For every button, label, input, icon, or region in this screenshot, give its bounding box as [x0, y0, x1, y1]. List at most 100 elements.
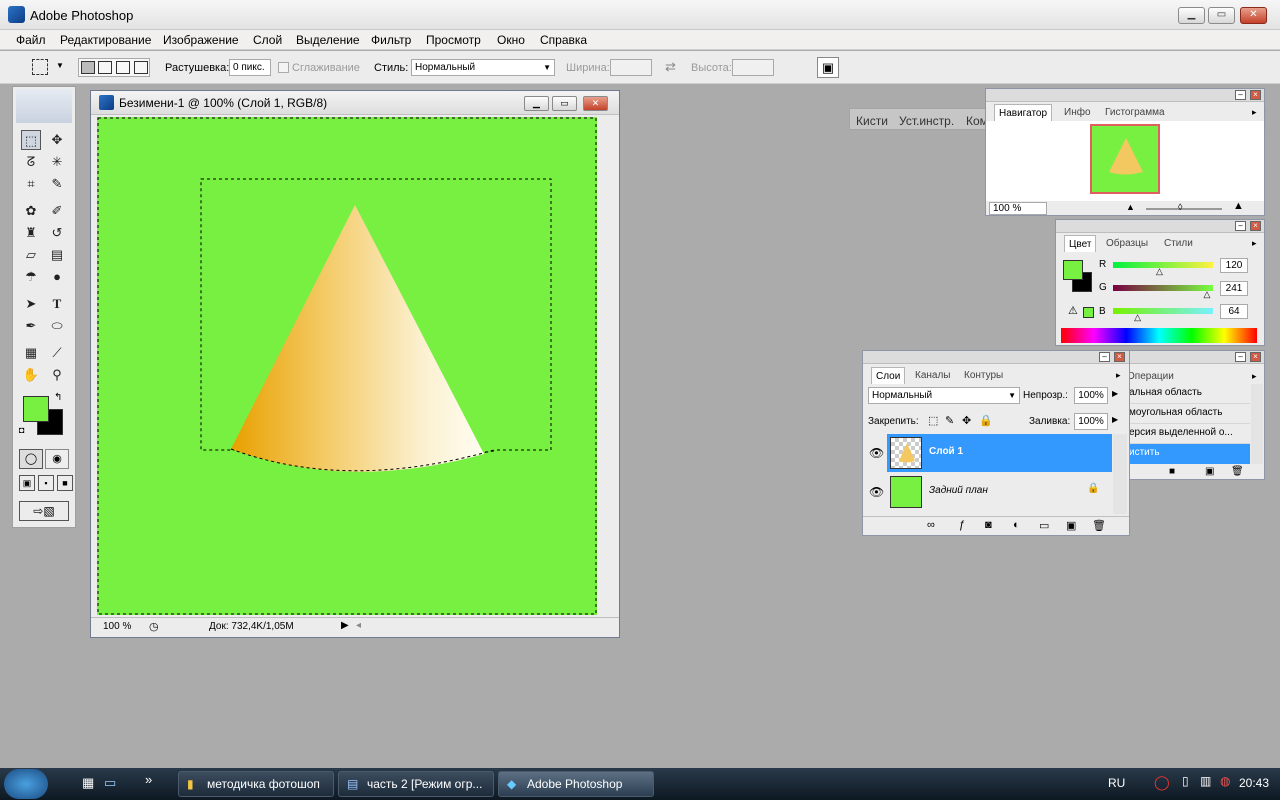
- language-indicator[interactable]: RU: [1108, 776, 1125, 790]
- tray-device-icon[interactable]: ▯: [1182, 774, 1189, 788]
- switch-windows-icon[interactable]: ▭: [104, 775, 116, 791]
- full-screen-mode-icon[interactable]: ■: [57, 475, 73, 491]
- color-menu-icon[interactable]: ▸: [1252, 238, 1257, 249]
- history-brush-tool-icon[interactable]: ↺: [47, 223, 67, 243]
- magic-wand-tool-icon[interactable]: ✳: [47, 152, 67, 172]
- slice-tool-icon[interactable]: ✎: [47, 174, 67, 194]
- menu-file[interactable]: Файл: [16, 33, 46, 47]
- hscroll-left-arrow-icon[interactable]: ◂: [356, 620, 361, 631]
- fill-input[interactable]: 100%: [1074, 413, 1108, 430]
- tab-histogram[interactable]: Гистограмма: [1101, 104, 1169, 121]
- ellipse-tool-icon[interactable]: ⬭: [47, 316, 67, 336]
- doc-minimize-button[interactable]: ▁: [524, 96, 549, 111]
- opera-tray-icon[interactable]: ◯: [1154, 774, 1170, 791]
- pen-tool-icon[interactable]: ✒: [21, 316, 41, 336]
- status-clock-icon[interactable]: ◷: [149, 620, 159, 633]
- b-slider[interactable]: [1113, 308, 1213, 314]
- menu-view[interactable]: Просмотр: [426, 33, 481, 47]
- well-tab-tool-presets[interactable]: Уст.инстр.: [899, 114, 954, 128]
- dodge-tool-icon[interactable]: ●: [47, 267, 67, 287]
- antialias-checkbox[interactable]: [278, 62, 289, 73]
- color-spectrum-bar[interactable]: [1061, 328, 1257, 343]
- taskbar-button-photoshop[interactable]: ◆ Adobe Photoshop: [498, 771, 654, 797]
- notes-tool-icon[interactable]: ▦: [21, 343, 41, 363]
- opacity-input[interactable]: 100%: [1074, 387, 1108, 404]
- doc-maximize-button[interactable]: ▭: [552, 96, 577, 111]
- new-selection-icon[interactable]: [81, 61, 95, 74]
- layer-visibility-eye-icon[interactable]: 👁: [869, 446, 884, 460]
- g-slider[interactable]: [1113, 285, 1213, 291]
- r-value-input[interactable]: 120: [1220, 258, 1248, 273]
- lasso-tool-icon[interactable]: ᘔ: [21, 152, 41, 172]
- lock-position-icon[interactable]: ✥: [962, 414, 971, 427]
- crop-tool-icon[interactable]: ⌗: [21, 174, 41, 194]
- actions-delete-icon[interactable]: 🗑: [1231, 466, 1244, 477]
- swap-dimensions-icon[interactable]: ⇄: [665, 59, 676, 75]
- lock-all-icon[interactable]: 🔒: [979, 414, 993, 427]
- go-to-bridge-icon[interactable]: ▣: [817, 57, 839, 78]
- rect-marquee-preset-icon[interactable]: [32, 59, 48, 75]
- menu-window[interactable]: Окно: [497, 33, 525, 47]
- well-tab-brushes[interactable]: Кисти: [856, 114, 888, 128]
- layers-close-button[interactable]: ×: [1114, 352, 1125, 362]
- layer-name[interactable]: Задний план: [929, 485, 988, 496]
- blend-mode-select[interactable]: Нормальный ▼: [868, 387, 1020, 404]
- color-collapse-button[interactable]: –: [1235, 221, 1246, 231]
- gamut-color-swatch[interactable]: [1083, 307, 1094, 318]
- tab-layers[interactable]: Слои: [871, 367, 906, 384]
- menu-filter[interactable]: Фильтр: [371, 33, 411, 47]
- actions-new-icon[interactable]: ▣: [1205, 466, 1214, 477]
- g-value-input[interactable]: 241: [1220, 281, 1248, 296]
- eraser-tool-icon[interactable]: ▱: [21, 245, 41, 265]
- style-select[interactable]: Нормальный ▼: [411, 59, 555, 76]
- layer-row-selected[interactable]: Слой 1: [887, 434, 1112, 472]
- close-button[interactable]: ✕: [1240, 7, 1267, 24]
- new-group-icon[interactable]: ▭: [1039, 519, 1049, 532]
- standard-mode-icon[interactable]: ◯: [19, 449, 43, 469]
- rectangular-marquee-tool-icon[interactable]: ⬚: [21, 130, 41, 150]
- layers-menu-icon[interactable]: ▸: [1116, 370, 1121, 381]
- layer-visibility-eye-icon[interactable]: 👁: [869, 485, 884, 499]
- subtract-selection-icon[interactable]: [116, 61, 130, 74]
- healing-brush-tool-icon[interactable]: ✿: [21, 201, 41, 221]
- tab-info[interactable]: Инфо: [1060, 104, 1095, 121]
- maximize-button[interactable]: ▭: [1208, 7, 1235, 24]
- r-slider[interactable]: [1113, 262, 1213, 268]
- tab-actions[interactable]: Операции: [1123, 368, 1178, 385]
- feather-input[interactable]: 0 пикс.: [229, 59, 271, 76]
- height-input[interactable]: [732, 59, 774, 76]
- new-layer-icon[interactable]: ▣: [1066, 519, 1076, 532]
- tab-paths[interactable]: Контуры: [960, 367, 1007, 384]
- clock[interactable]: 20:43: [1239, 776, 1269, 790]
- full-screen-menu-mode-icon[interactable]: ▪: [38, 475, 54, 491]
- lock-image-icon[interactable]: ✎: [945, 414, 954, 427]
- taskbar-button-folder[interactable]: ▮ методичка фотошоп: [178, 771, 334, 797]
- zoom-in-icon[interactable]: ▲: [1233, 200, 1244, 212]
- link-layers-icon[interactable]: ∞: [927, 519, 935, 531]
- zoom-slider-handle-icon[interactable]: ◊: [1178, 202, 1182, 212]
- gradient-tool-icon[interactable]: ▤: [47, 245, 67, 265]
- jump-to-imageready-icon[interactable]: ⇨▧: [19, 501, 69, 521]
- actions-close-button[interactable]: ×: [1250, 352, 1261, 362]
- layer-style-icon[interactable]: ƒ: [959, 519, 965, 531]
- menu-edit[interactable]: Редактирование: [60, 33, 151, 47]
- navigator-view-box[interactable]: [1090, 124, 1160, 194]
- menu-select[interactable]: Выделение: [296, 33, 360, 47]
- gamut-warning-icon[interactable]: ⚠: [1068, 304, 1078, 317]
- fill-slider-arrow-icon[interactable]: ▶: [1112, 415, 1118, 424]
- action-item[interactable]: моугольная область: [1119, 404, 1250, 424]
- volume-icon[interactable]: ◍: [1220, 774, 1230, 788]
- opacity-slider-arrow-icon[interactable]: ▶: [1112, 389, 1118, 398]
- navigator-collapse-button[interactable]: –: [1235, 90, 1246, 100]
- standard-screen-mode-icon[interactable]: ▣: [19, 475, 35, 491]
- feather-logo-icon[interactable]: [16, 89, 72, 123]
- action-item-selected[interactable]: истить: [1119, 444, 1250, 464]
- minimize-button[interactable]: ▁: [1178, 7, 1205, 24]
- layers-collapse-button[interactable]: –: [1099, 352, 1110, 362]
- menu-image[interactable]: Изображение: [163, 33, 239, 47]
- quick-mask-mode-icon[interactable]: ◉: [45, 449, 69, 469]
- layers-scrollbar[interactable]: [1113, 434, 1127, 514]
- type-tool-icon[interactable]: T: [47, 294, 67, 314]
- lock-transparency-icon[interactable]: ⬚: [928, 414, 938, 427]
- start-button[interactable]: [4, 769, 48, 799]
